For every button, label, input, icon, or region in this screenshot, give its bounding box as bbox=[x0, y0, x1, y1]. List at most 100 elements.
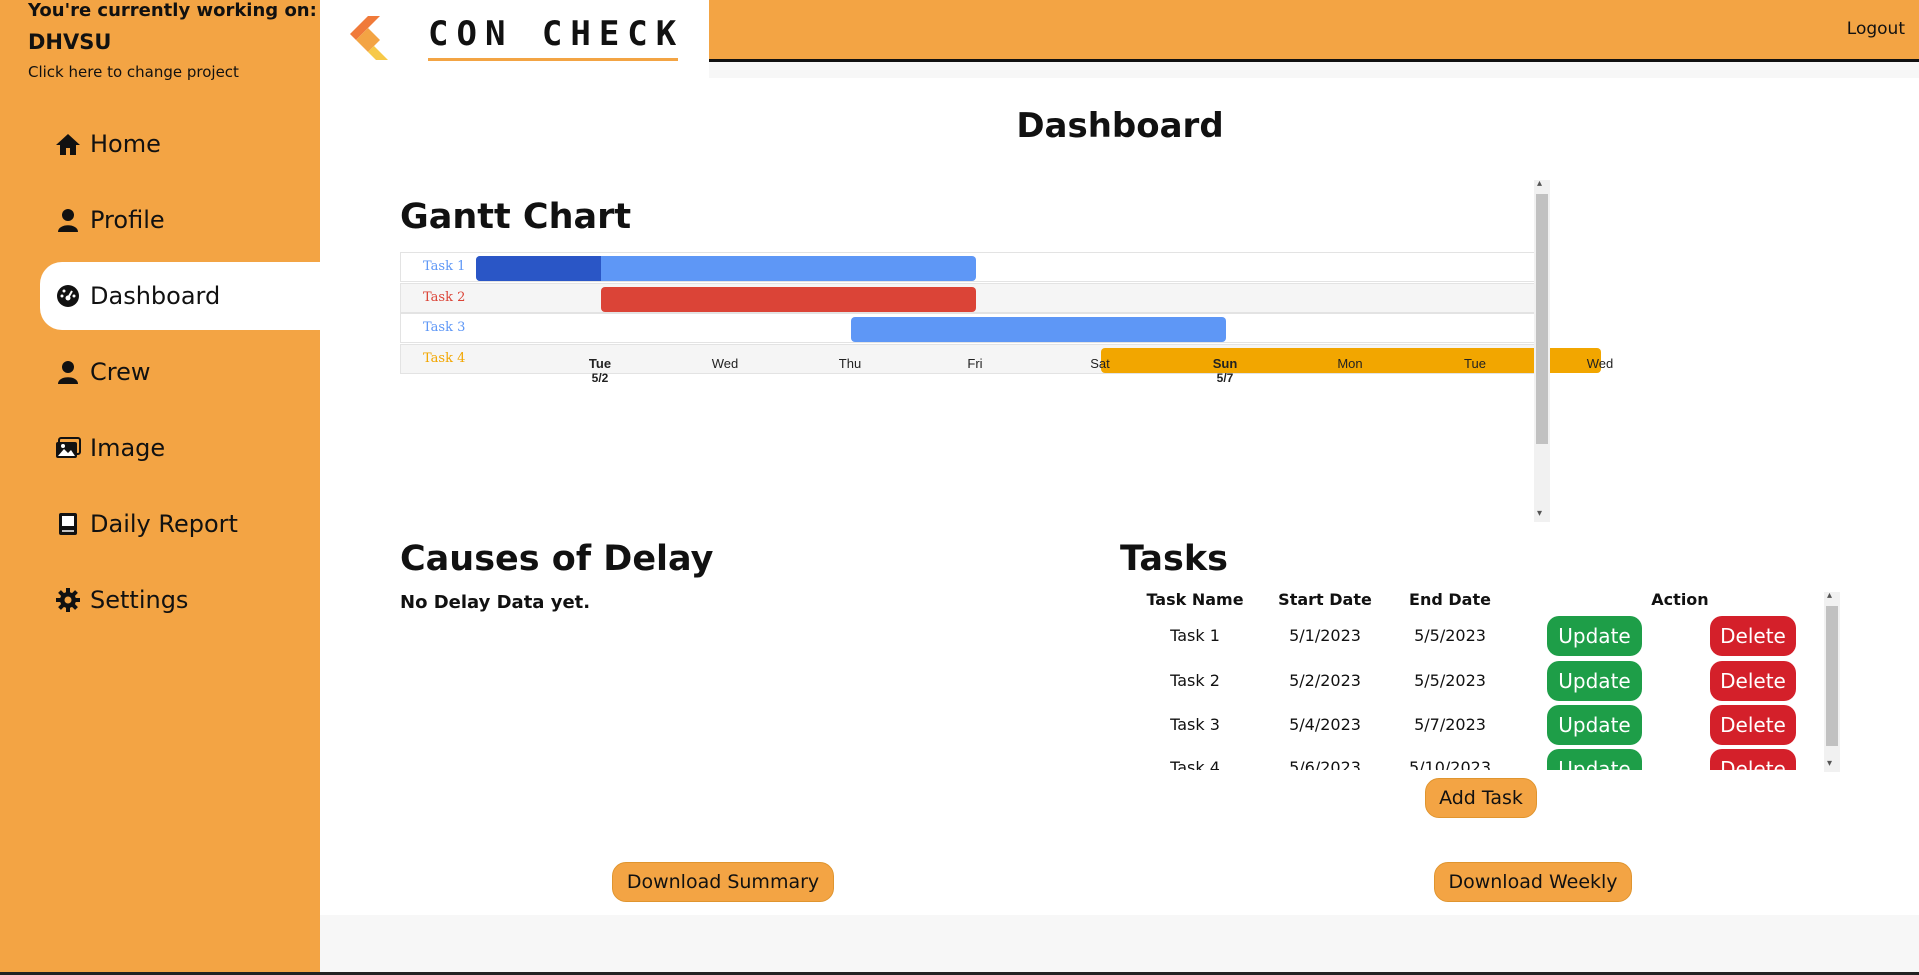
tasks-title: Tasks bbox=[1120, 539, 1228, 579]
delete-button[interactable]: Delete bbox=[1710, 749, 1796, 770]
end-date-cell: 5/10/2023 bbox=[1408, 758, 1492, 770]
column-header-action: Action bbox=[1651, 590, 1709, 609]
gantt-axis-tick: Tue bbox=[1445, 356, 1505, 371]
sidebar-item-home[interactable]: Home bbox=[40, 110, 320, 178]
update-button[interactable]: Update bbox=[1547, 661, 1642, 701]
add-task-button[interactable]: Add Task bbox=[1425, 778, 1537, 818]
gantt-task-label: Task 1 bbox=[423, 259, 466, 274]
sidebar-item-label: Image bbox=[90, 434, 166, 462]
end-date-cell: 5/7/2023 bbox=[1414, 715, 1486, 734]
sidebar-item-dashboard[interactable]: Dashboard bbox=[40, 262, 320, 330]
task-name-cell: Task 1 bbox=[1170, 626, 1220, 645]
gantt-axis-tick: Sat bbox=[1070, 356, 1130, 371]
sidebar-item-label: Dashboard bbox=[90, 282, 221, 310]
start-date-cell: 5/1/2023 bbox=[1289, 626, 1361, 645]
tick-day-label: Tue bbox=[1464, 356, 1486, 371]
book-icon bbox=[54, 510, 82, 538]
gantt-row: Task 1 bbox=[400, 252, 1535, 282]
footer bbox=[320, 915, 1919, 975]
gantt-axis-tick: Wed bbox=[695, 356, 755, 371]
delete-button[interactable]: Delete bbox=[1710, 616, 1796, 656]
gantt-axis-tick: Wed bbox=[1570, 356, 1630, 371]
home-icon bbox=[54, 130, 82, 158]
tick-day-label: Wed bbox=[711, 356, 739, 371]
logout-link[interactable]: Logout bbox=[1847, 19, 1905, 39]
sidebar-item-label: Daily Report bbox=[90, 510, 238, 538]
gantt-progress-bar bbox=[476, 256, 601, 281]
download-weekly-button[interactable]: Download Weekly bbox=[1434, 862, 1632, 902]
column-header-task-name: Task Name bbox=[1146, 590, 1244, 609]
delay-empty-message: No Delay Data yet. bbox=[400, 592, 591, 613]
sidebar-item-settings[interactable]: Settings bbox=[40, 566, 320, 634]
tick-day-label: Sun bbox=[1212, 356, 1238, 371]
update-button[interactable]: Update bbox=[1547, 616, 1642, 656]
change-project-link[interactable]: Click here to change project bbox=[28, 63, 239, 81]
sidebar-item-label: Profile bbox=[90, 206, 165, 234]
delay-title: Causes of Delay bbox=[400, 539, 714, 579]
tasks-scroll-thumb[interactable] bbox=[1826, 606, 1838, 746]
tick-day-label: Tue bbox=[588, 356, 612, 371]
project-label: You're currently working on: bbox=[28, 0, 317, 21]
delete-button[interactable]: Delete bbox=[1710, 661, 1796, 701]
gantt-scroll-thumb[interactable] bbox=[1536, 194, 1548, 444]
logo-underline bbox=[428, 58, 678, 61]
gear-icon bbox=[54, 586, 82, 614]
gantt-scrollbar[interactable]: ▴ ▾ bbox=[1534, 178, 1550, 522]
tick-day-label: Thu bbox=[838, 356, 862, 371]
update-button[interactable]: Update bbox=[1547, 705, 1642, 745]
scroll-up-icon[interactable]: ▴ bbox=[1537, 178, 1542, 189]
gantt-row: Task 3 bbox=[400, 313, 1535, 343]
logo: CON CHECK bbox=[320, 0, 709, 78]
tick-day-label: Fri bbox=[967, 356, 983, 371]
gantt-task-label: Task 4 bbox=[423, 350, 466, 366]
column-header-start-date: Start Date bbox=[1278, 590, 1372, 609]
column-header-end-date: End Date bbox=[1409, 590, 1491, 609]
logo-mark-icon bbox=[346, 14, 390, 66]
user-icon bbox=[54, 358, 82, 386]
gantt-bar[interactable] bbox=[601, 286, 976, 312]
main-content: Dashboard Gantt Chart Task 1 Task 2 Task 3… bbox=[320, 78, 1919, 915]
gantt-axis-tick: Sun 5/7 bbox=[1195, 356, 1255, 385]
update-button[interactable]: Update bbox=[1547, 749, 1642, 770]
task-name-cell: Task 4 bbox=[1170, 758, 1220, 770]
dashboard-icon bbox=[54, 282, 82, 310]
tasks-scrollbar[interactable]: ▴ ▾ bbox=[1824, 590, 1840, 772]
project-name: DHVSU bbox=[28, 30, 112, 54]
gantt-title: Gantt Chart bbox=[400, 197, 632, 237]
sidebar-item-label: Home bbox=[90, 130, 161, 158]
gantt-bar[interactable] bbox=[851, 317, 1226, 342]
task-name-cell: Task 3 bbox=[1170, 715, 1220, 734]
gantt-task-label: Task 2 bbox=[423, 289, 466, 305]
end-date-cell: 5/5/2023 bbox=[1414, 626, 1486, 645]
gantt-row: Task 2 bbox=[400, 282, 1535, 313]
start-date-cell: 5/4/2023 bbox=[1289, 715, 1361, 734]
scroll-down-icon[interactable]: ▾ bbox=[1537, 508, 1542, 519]
images-icon bbox=[54, 434, 82, 462]
tick-day-label: Wed bbox=[1586, 356, 1614, 371]
task-name-cell: Task 2 bbox=[1170, 671, 1220, 690]
start-date-cell: 5/2/2023 bbox=[1289, 671, 1361, 690]
tasks-table-body: Task Name Start Date End Date Action Tas… bbox=[1120, 590, 1800, 770]
gantt-axis-tick: Mon bbox=[1320, 356, 1380, 371]
tick-day-label: Sat bbox=[1090, 356, 1110, 371]
scroll-up-icon[interactable]: ▴ bbox=[1827, 590, 1832, 601]
sidebar-item-label: Crew bbox=[90, 358, 151, 386]
tick-date-label: 5/2 bbox=[591, 371, 609, 385]
end-date-cell: 5/5/2023 bbox=[1414, 671, 1486, 690]
gantt-axis-tick: Thu bbox=[820, 356, 880, 371]
page-title: Dashboard bbox=[1016, 106, 1224, 146]
tick-date-label: 5/7 bbox=[1216, 371, 1234, 385]
start-date-cell: 5/6/2023 bbox=[1289, 758, 1361, 770]
delete-button[interactable]: Delete bbox=[1710, 705, 1796, 745]
sidebar-item-daily-report[interactable]: Daily Report bbox=[40, 490, 320, 558]
gantt-axis-tick: Fri bbox=[945, 356, 1005, 371]
sidebar-item-crew[interactable]: Crew bbox=[40, 338, 320, 406]
gantt-task-label: Task 3 bbox=[423, 320, 466, 335]
gantt-axis-tick: Tue 5/2 bbox=[570, 356, 630, 385]
download-summary-button[interactable]: Download Summary bbox=[612, 862, 834, 902]
user-icon bbox=[54, 206, 82, 234]
logo-text: CON CHECK bbox=[428, 14, 685, 54]
scroll-down-icon[interactable]: ▾ bbox=[1827, 758, 1832, 769]
sidebar-item-profile[interactable]: Profile bbox=[40, 186, 320, 254]
sidebar-item-image[interactable]: Image bbox=[40, 414, 320, 482]
